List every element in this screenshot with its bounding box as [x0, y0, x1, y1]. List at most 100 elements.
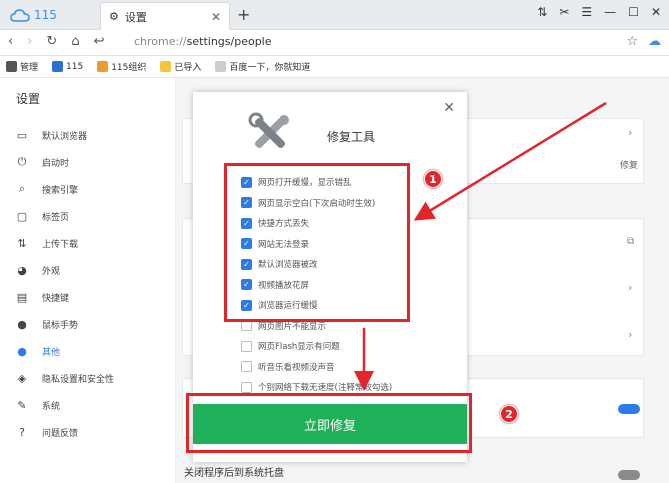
dialog-title: 修复工具 — [327, 130, 376, 144]
repair-option[interactable]: 个别网络下载无速度(注释常效勾选) — [241, 381, 392, 393]
sidebar-item[interactable]: ▢ 标签页 — [0, 204, 176, 228]
option-label: 网页Flash显示有问题 — [258, 342, 340, 352]
sidebar-item[interactable]: ◈ 隐私设置和安全性 — [0, 366, 176, 390]
window-controls: ⇅ ✂ ☰ — ☐ ✕ — [537, 5, 661, 19]
keyboard-icon: ▤ — [16, 290, 28, 304]
minimize-button[interactable]: — — [604, 5, 616, 19]
sidebar-item[interactable]: ⏻ 启动时 — [0, 150, 176, 174]
bookmark-icon — [215, 61, 227, 72]
scissors-icon[interactable]: ✂ — [559, 5, 569, 19]
sidebar-item[interactable]: ● 鼠标手势 — [0, 312, 176, 336]
sidebar-item[interactable]: ✎ 系统 — [0, 393, 176, 417]
sidebar-item[interactable]: ⌕ 搜索引擎 — [0, 177, 176, 201]
annotation-box-2 — [186, 393, 472, 453]
url-field[interactable]: chrome://settings/people — [134, 35, 272, 48]
tab-settings[interactable]: ⚙ 设置 ✕ — [100, 2, 230, 30]
transfer-icon: ⇅ — [17, 236, 27, 250]
wrench-icon: ✎ — [17, 398, 27, 412]
option-checkbox[interactable] — [241, 381, 252, 393]
tools-icon — [248, 112, 289, 149]
option-label: 个别网络下载无速度(注释常效勾选) — [258, 383, 393, 393]
maximize-button[interactable]: ☐ — [628, 5, 639, 19]
new-tab-button[interactable]: + — [237, 5, 250, 24]
sidebar-item-label: 搜索引擎 — [42, 185, 79, 196]
undo-icon[interactable]: ↩ — [94, 34, 105, 49]
bookmark-label: 百度一下，你就知道 — [229, 63, 311, 73]
sidebar-item-label: 问题反馈 — [42, 428, 79, 439]
sidebar-heading: 设置 — [16, 92, 41, 106]
dialog-close-icon[interactable]: ✕ — [443, 100, 455, 116]
bookmark-icon — [160, 61, 172, 72]
star-icon[interactable]: ☆ — [626, 34, 638, 49]
bookmarks-bar: 管理 115 115组织 已导入 百度一下，你就知道 — [0, 56, 669, 78]
sidebar-item[interactable]: ◕ 外观 — [0, 258, 176, 282]
tray-setting-label: 关闭程序后到系统托盘 — [184, 468, 284, 479]
tab-close-icon[interactable]: ✕ — [211, 10, 221, 24]
sidebar-item[interactable]: ● 其他 — [0, 339, 176, 363]
annotation-badge-1: 1 — [424, 170, 442, 188]
sidebar-item[interactable]: ▭ 默认浏览器 — [0, 123, 176, 147]
option-label: 听音乐看视频没声音 — [258, 362, 335, 373]
sidebar-item-label: 外观 — [42, 266, 61, 277]
toggle-switch-off[interactable] — [618, 470, 640, 480]
address-bar: ‹ › ↻ ⌂ ↩ chrome://settings/people ☆ ☁ — [0, 30, 669, 56]
forward-icon[interactable]: › — [27, 34, 32, 49]
repair-option[interactable]: 网页Flash显示有问题 — [241, 340, 340, 352]
option-checkbox[interactable] — [241, 361, 252, 372]
sidebar-item-label: 隐私设置和安全性 — [42, 374, 115, 385]
settings-sidebar: 设置 ▭ 默认浏览器 ⏻ 启动时 ⌕ 搜索引擎 ▢ 标签页 ⇅ 上传下载 ◕ 外观 ▤ 快捷键 ● 鼠标手势 ●… — [0, 78, 176, 483]
repair-option[interactable]: 听音乐看视频没声音 — [241, 361, 335, 373]
bookmark-item[interactable]: 百度一下，你就知道 — [215, 60, 310, 73]
gear-icon: ⚙ — [109, 10, 119, 23]
bookmark-icon — [52, 61, 64, 72]
chevron-right-icon[interactable]: › — [628, 328, 632, 341]
back-icon[interactable]: ‹ — [8, 34, 13, 49]
home-icon[interactable]: ⌂ — [71, 34, 79, 49]
address-bar-actions: ☆ ☁ — [626, 34, 661, 49]
sidebar-item-label: 系统 — [42, 401, 61, 412]
menu-icon[interactable]: ☰ — [581, 5, 592, 19]
browser-icon: ▭ — [16, 128, 28, 142]
bookmark-icon — [97, 61, 109, 72]
sidebar-item[interactable]: ⇅ 上传下载 — [0, 231, 176, 255]
bookmark-label: 115组织 — [111, 63, 147, 73]
repair-link[interactable]: 修复 — [620, 158, 638, 171]
url-prefix: chrome:// — [134, 35, 187, 48]
sidebar-item-label: 快捷键 — [42, 293, 70, 304]
tab-title: 设置 — [124, 10, 147, 24]
bookmark-label: 115 — [66, 61, 84, 72]
chevron-right-icon[interactable]: › — [628, 126, 632, 139]
palette-icon: ◕ — [17, 263, 27, 277]
sidebar-item[interactable]: ▤ 快捷键 — [0, 285, 176, 309]
bookmark-item[interactable]: 115 — [52, 61, 83, 72]
external-link-icon[interactable]: ⧉ — [627, 236, 634, 247]
annotation-badge-2: 2 — [500, 405, 518, 423]
cloud-icon[interactable]: ☁ — [648, 34, 661, 49]
bookmark-item[interactable]: 管理 — [6, 60, 38, 73]
close-window-button[interactable]: ✕ — [651, 5, 661, 19]
bookmark-item[interactable]: 115组织 — [97, 60, 146, 73]
nav-buttons: ‹ › ↻ ⌂ ↩ — [8, 34, 104, 49]
person-icon: ● — [17, 344, 27, 358]
transfer-icon[interactable]: ⇅ — [537, 5, 547, 19]
bookmark-label: 已导入 — [174, 63, 202, 73]
tab-icon: ▢ — [16, 209, 28, 223]
annotation-box-1 — [224, 163, 410, 322]
option-checkbox[interactable] — [241, 340, 252, 352]
bookmark-icon — [6, 61, 17, 72]
sidebar-item[interactable]: ? 问题反馈 — [0, 420, 176, 444]
search-icon: ⌕ — [18, 182, 26, 195]
toggle-switch-on[interactable] — [618, 404, 640, 414]
reload-icon[interactable]: ↻ — [46, 34, 57, 49]
url-path: settings/people — [186, 35, 272, 48]
chevron-right-icon[interactable]: › — [628, 281, 632, 294]
tab-bar: 115 ⚙ 设置 ✕ + ⇅ ✂ ☰ — ☐ ✕ — [0, 0, 669, 30]
bookmark-item[interactable]: 已导入 — [160, 60, 201, 73]
shield-icon: ◈ — [17, 371, 27, 385]
browser-brand[interactable]: 115 — [10, 4, 57, 26]
bookmark-label: 管理 — [20, 63, 39, 73]
brand-label: 115 — [34, 8, 57, 22]
cloud-icon — [10, 9, 30, 22]
help-icon: ? — [19, 425, 25, 439]
mouse-icon: ● — [17, 317, 27, 331]
